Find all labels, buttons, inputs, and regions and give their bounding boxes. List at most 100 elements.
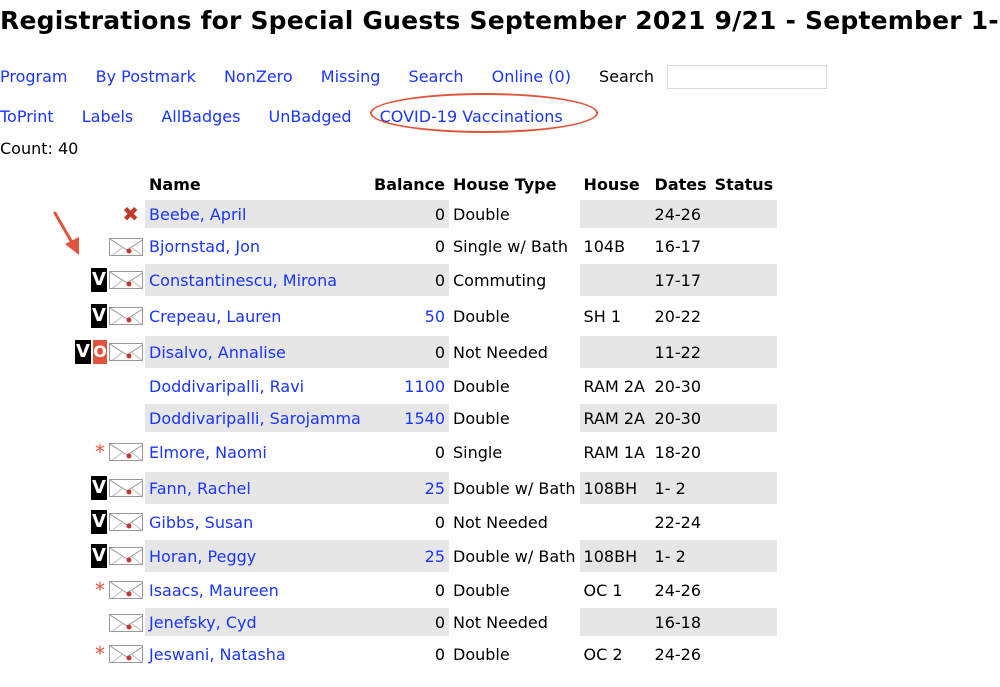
guest-name-link[interactable]: Disalvo, Annalise [149,343,286,362]
nav-online-link[interactable]: Online (0) [492,67,571,86]
guest-name-link[interactable]: Constantinescu, Mirona [149,271,337,290]
guest-name-cell: Horan, Peggy [145,540,370,572]
dates-cell: 1- 2 [650,472,711,504]
row-icons-cell: VO [0,336,145,368]
nav-covid-vaccinations-link[interactable]: COVID-19 Vaccinations [380,107,563,126]
guest-name-cell: Isaacs, Maureen [145,576,370,604]
status-cell [710,200,778,228]
balance-cell: 0 [434,580,445,600]
guest-name-cell: Doddivaripalli, Sarojamma [145,404,370,432]
envelope-icon[interactable] [109,307,143,325]
nav-search-link[interactable]: Search [409,67,464,86]
nav-toprint-link[interactable]: ToPrint [0,107,54,126]
house-cell [579,336,651,368]
house-type-column-header[interactable]: House Type [449,172,580,196]
house-cell [579,608,651,636]
envelope-icon[interactable] [109,343,143,361]
house-cell: OC 1 [583,580,623,600]
status-cell [711,508,778,536]
envelope-icon[interactable] [109,443,143,461]
guest-name-link[interactable]: Doddivaripalli, Sarojamma [149,409,361,428]
status-cell [710,264,778,296]
status-cell [710,404,778,432]
dates-column-header[interactable]: Dates [651,172,711,196]
guest-name-link[interactable]: Bjornstad, Jon [149,237,260,256]
guest-name-link[interactable]: Beebe, April [149,205,246,224]
balance-column-header[interactable]: Balance [370,172,449,196]
row-icons-cell: * [0,576,145,604]
vaccination-v-badge: V [91,304,107,328]
house-cell: 104B [583,236,626,256]
guest-name-link[interactable]: Horan, Peggy [149,547,256,566]
search-input[interactable] [667,65,828,89]
name-column-header[interactable]: Name [145,172,370,196]
balance-link[interactable]: 25 [425,547,445,566]
envelope-icon[interactable] [109,581,143,599]
table-row: Doddivaripalli, Sarojamma 1540 Double RAM 2… [0,404,778,432]
envelope-icon[interactable] [109,271,143,289]
house-type-cell: Double [453,204,510,224]
guest-name-link[interactable]: Elmore, Naomi [149,443,267,462]
house-type-cell: Double w/ Bath [453,546,576,566]
star-icon: * [95,440,105,464]
status-cell [711,576,778,604]
nav-program-link[interactable]: Program [0,67,68,86]
envelope-icon[interactable] [109,237,143,256]
guest-name-link[interactable]: Fann, Rachel [149,479,251,498]
house-type-cell: Single [453,442,503,462]
house-type-cell: Double [453,376,510,396]
vaccination-v-badge: V [91,544,107,568]
house-type-cell: Commuting [453,270,547,290]
balance-cell: 1540 [370,404,449,432]
house-type-cell: Double [453,306,510,326]
balance-link[interactable]: 25 [425,479,445,498]
dates-cell: 17-17 [650,264,711,296]
vaccination-v-badge: V [91,510,107,534]
envelope-icon[interactable] [109,513,143,531]
nav-labels-link[interactable]: Labels [82,107,134,126]
table-row: * Isaacs, Maureen 0 Double OC 1 24-26 [0,576,777,604]
house-type-cell: Not Needed [453,342,548,362]
envelope-icon[interactable] [109,479,143,497]
envelope-icon[interactable] [109,645,143,663]
vaccination-v-badge: V [91,268,107,292]
nav-unbadged-link[interactable]: UnBadged [269,107,352,126]
nav-nonzero-link[interactable]: NonZero [224,67,293,86]
guest-name-link[interactable]: Jeswani, Natasha [149,645,286,664]
status-cell [711,640,778,668]
guest-name-link[interactable]: Crepeau, Lauren [149,307,281,326]
dates-cell: 20-22 [654,306,702,326]
online-o-badge: O [93,340,107,364]
table-row: ✖ Beebe, April 0 Double 24-26 [0,200,778,228]
row-icons-cell: V [0,508,145,536]
dates-cell: 24-26 [650,200,711,228]
envelope-icon[interactable] [109,613,143,632]
house-type-cell: Double [453,408,510,428]
guest-name-link[interactable]: Gibbs, Susan [149,513,253,532]
guest-name-link[interactable]: Isaacs, Maureen [149,581,279,600]
table-row: Jenefsky, Cyd 0 Not Needed 16-18 [0,608,778,636]
nav-by-postmark-link[interactable]: By Postmark [96,67,196,86]
status-cell [711,232,778,260]
house-type-cell: Double [453,580,510,600]
guest-name-link[interactable]: Jenefsky, Cyd [149,613,257,632]
x-icon[interactable]: ✖ [122,202,139,226]
house-cell: 108BH [579,540,651,572]
table-row: V Gibbs, Susan 0 Not Needed 22-24 [0,508,777,536]
balance-cell: 0 [370,200,449,228]
house-column-header[interactable]: House [580,172,651,196]
row-icons-cell: V [0,300,145,332]
balance-link[interactable]: 1100 [404,377,445,396]
guest-name-link[interactable]: Doddivaripalli, Ravi [149,377,304,396]
balance-link[interactable]: 50 [425,307,445,326]
icons-column-header [0,172,145,196]
table-row: Bjornstad, Jon 0 Single w/ Bath 104B 16-17 [0,232,777,260]
nav-allbadges-link[interactable]: AllBadges [161,107,240,126]
status-column-header[interactable]: Status [711,172,778,196]
house-type-cell: Single w/ Bath [453,236,569,256]
guest-name-cell: Jeswani, Natasha [145,640,370,668]
envelope-icon[interactable] [109,547,143,565]
row-icons-cell: * [0,436,145,468]
balance-link[interactable]: 1540 [404,409,445,428]
nav-missing-link[interactable]: Missing [321,67,381,86]
